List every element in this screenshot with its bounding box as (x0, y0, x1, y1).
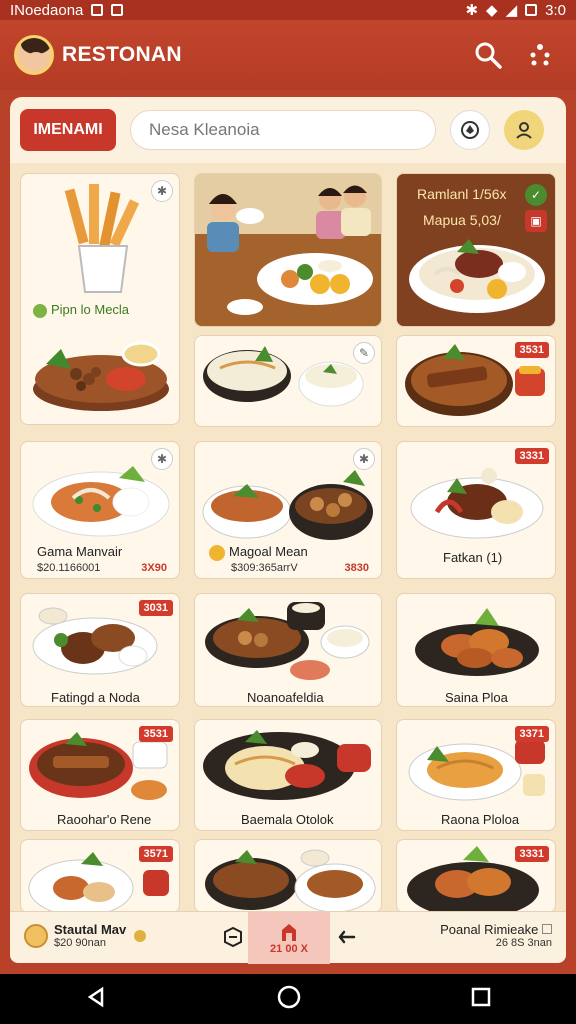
home-icon (282, 924, 296, 941)
refresh-icon[interactable] (334, 924, 360, 955)
favorite-icon[interactable]: ✱ (151, 180, 173, 202)
menu-card[interactable] (194, 839, 382, 913)
recents-icon[interactable] (470, 986, 492, 1013)
menu-card[interactable]: Raoohar'o Rene 3531 (20, 719, 180, 831)
wifi-icon: ◆ (486, 2, 498, 19)
card-title: Gama Manvair (37, 544, 123, 559)
cart-button[interactable]: 21 00 X (248, 912, 330, 964)
right-order-summary[interactable]: Poanal Rimieake 26 8S 3nan (440, 922, 552, 949)
card-title: Raoohar'o Rene (57, 812, 152, 827)
menu-card[interactable] (194, 173, 382, 327)
card-title: Saina Ploa (445, 690, 508, 705)
edit-icon[interactable]: ✎ (353, 342, 375, 364)
fries-bowl-illustration (33, 184, 169, 411)
menu-card[interactable]: ✎ (194, 335, 382, 427)
receipt-icon (542, 924, 552, 934)
card-title: Raona Ploloa (441, 812, 520, 827)
menu-card[interactable]: Baemala Otolok (194, 719, 382, 831)
card-title: Noanoafeldia (247, 690, 324, 705)
card-title: Fatingd a Noda (51, 690, 140, 705)
left-title: Stautal Mav (54, 922, 127, 937)
menu-card[interactable]: Gama Manvair $20.1166001 3X90 ✱ (20, 441, 180, 579)
menu-card[interactable]: Fatingd a Noda 3031 (20, 593, 180, 707)
back-icon[interactable] (84, 985, 108, 1014)
noodle-set-illustration (205, 602, 370, 680)
menu-grid: Pipn lo Mecla ✱ Ramlanl 1/56x Mapua 5,03… (10, 163, 566, 913)
app-bar: RESTONAN (0, 20, 576, 90)
featured-line-1: Ramlanl 1/56x (417, 186, 507, 202)
battery-icon (525, 4, 538, 16)
system-nav-bar (0, 974, 576, 1024)
menu-card[interactable]: Pipn lo Mecla ✱ (20, 173, 180, 425)
left-order-summary[interactable]: Stautal Mav $20 90nan (24, 922, 147, 949)
avatar[interactable] (14, 35, 54, 75)
price-tag: 3531 (514, 342, 549, 358)
gift-icon[interactable]: ▣ (525, 210, 547, 232)
carrier-label: INoedaona (10, 1, 84, 19)
card-subtitle: $20.1166001 (37, 562, 101, 574)
card-title: Fatkan (1) (443, 550, 503, 565)
card-price: 3X90 (141, 562, 167, 574)
menu-card[interactable]: Fatkan (1) 3331 (396, 441, 556, 579)
favorite-icon[interactable]: ✱ (353, 448, 375, 470)
noodle-platter-illustration (203, 730, 371, 800)
menu-card[interactable]: 3331 (396, 839, 556, 913)
right-title: Poanal Rimieake (440, 922, 552, 937)
app-icon (111, 4, 124, 16)
coin-icon (134, 929, 147, 942)
left-subtitle: $20 90nan (54, 937, 106, 949)
right-subtitle: 26 8S 3nan (495, 937, 552, 949)
share-icon[interactable] (220, 924, 246, 955)
card-subtitle: $309:365arrV (231, 562, 298, 574)
favorite-icon[interactable]: ✱ (151, 448, 173, 470)
signal-icon: ◢ (505, 2, 518, 19)
location-icon[interactable] (450, 110, 490, 150)
search-icon[interactable] (466, 33, 510, 77)
price-tag: 3571 (138, 846, 173, 862)
menu-card[interactable]: Raona Ploloa 3371 (396, 719, 556, 831)
bluetooth-icon: ✱ (465, 2, 479, 19)
home-button-icon[interactable] (276, 984, 302, 1015)
leaf-icon (33, 303, 47, 318)
fried-chicken-illustration (415, 608, 539, 676)
card-title: Pipn lo Mecla (33, 302, 129, 318)
notification-icon (91, 4, 104, 16)
profile-icon[interactable] (504, 110, 544, 150)
brand-title: RESTONAN (62, 43, 182, 66)
dining-scene-illustration (195, 174, 381, 326)
more-icon[interactable] (518, 33, 562, 77)
toolbar-panel: IMENAMI Nesa Kleanoia (10, 97, 566, 163)
clock: 3:0 (545, 1, 566, 19)
menu-card[interactable]: 3531 (396, 335, 556, 427)
price-tag: 3331 (514, 846, 549, 862)
badge-icon (209, 544, 225, 561)
price-tag: 3031 (138, 600, 173, 616)
menu-card[interactable]: 3571 (20, 839, 180, 913)
card-price: 3830 (344, 562, 369, 574)
menu-card[interactable]: Magoal Mean $309:365arrV 3830 ✱ (194, 441, 382, 579)
card-title: Baemala Otolok (241, 812, 334, 827)
price-tag: 3371 (514, 726, 549, 742)
menu-card[interactable]: Noanoafeldia (194, 593, 382, 707)
meat-bowls-illustration (205, 849, 376, 912)
menu-button[interactable]: IMENAMI (20, 109, 116, 151)
search-input[interactable]: Nesa Kleanoia (130, 110, 436, 150)
leaf-icon[interactable]: ✓ (525, 184, 547, 206)
status-bar: INoedaona ✱ ◆ ◢ 3:0 (0, 0, 576, 20)
card-title: Magoal Mean (209, 544, 308, 561)
cart-count: 21 00 X (270, 943, 308, 955)
menu-card[interactable]: Saina Ploa (396, 593, 556, 707)
price-tag: 3531 (138, 726, 173, 742)
featured-line-2: Mapua 5,03/ (423, 212, 501, 228)
price-tag: 3331 (514, 448, 549, 464)
order-bar: Stautal Mav $20 90nan 21 00 X Poanal Rim… (10, 911, 566, 964)
menu-card[interactable]: Ramlanl 1/56x Mapua 5,03/ ✓ ▣ (396, 173, 556, 327)
dish-thumb-icon (24, 923, 48, 948)
